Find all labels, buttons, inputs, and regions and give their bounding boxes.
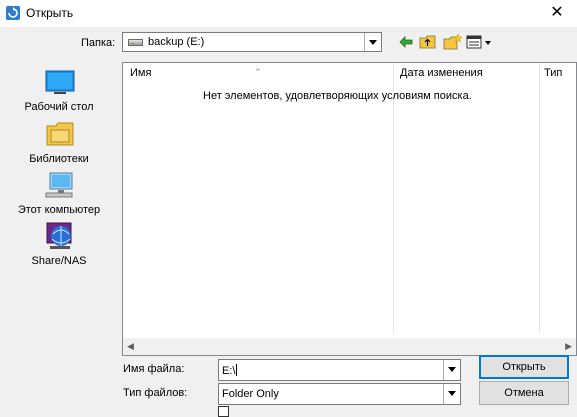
open-button[interactable]: Открыть [479,355,569,379]
chevron-down-icon[interactable] [364,33,381,51]
file-list[interactable]: Имя ⌃ Дата изменения Тип Нет элементов, … [122,62,577,356]
column-label: Имя [130,67,152,79]
libraries-icon [46,122,74,146]
filename-input[interactable]: E:\ [218,359,461,381]
column-header-date[interactable]: Дата изменения [394,63,539,84]
place-label: Этот компьютер [17,204,101,216]
empty-message: Нет элементов, удовлетворяющих условиям … [203,90,472,102]
column-label: Тип [544,67,563,79]
place-label: Библиотеки [29,153,89,165]
column-header-name[interactable]: Имя ⌃ [123,63,393,84]
cancel-button[interactable]: Отмена [479,381,569,405]
chevron-down-icon[interactable] [443,384,460,404]
column-label: Дата изменения [400,67,483,79]
app-icon [6,6,20,20]
filename-label: Имя файла: [123,363,185,375]
new-folder-icon[interactable] [443,33,463,51]
scroll-right-icon[interactable]: ▶ [565,341,572,352]
place-label: Рабочий стол [24,101,94,113]
back-arrow-icon[interactable] [398,33,414,51]
scroll-left-icon[interactable]: ◀ [127,341,134,352]
lookin-value: backup (E:) [148,36,205,48]
title-bar: Открыть ✕ [0,0,577,27]
place-label: Share/NAS [31,255,87,267]
close-icon: ✕ [550,4,564,21]
filetype-value: Folder Only [222,388,279,400]
network-share-icon [46,222,72,249]
text-caret [236,364,238,376]
filename-value: E:\ [222,365,236,377]
lookin-dropdown[interactable]: backup (E:) [122,32,382,52]
sort-up-icon: ⌃ [254,67,262,77]
column-header-type[interactable]: Тип [540,63,577,84]
view-menu-icon[interactable] [466,33,494,51]
column-divider[interactable] [393,63,394,333]
computer-icon [45,172,73,198]
close-button[interactable]: ✕ [537,0,577,27]
desktop-icon [45,70,75,94]
drive-icon [128,39,143,46]
folder-up-icon[interactable] [419,33,437,51]
chevron-down-icon[interactable] [443,360,460,380]
horizontal-scrollbar[interactable]: ◀ ▶ [123,338,576,355]
filetype-label: Тип файлов: [123,387,188,399]
window-title: Открыть [26,6,74,20]
column-divider[interactable] [539,63,540,333]
filetype-dropdown[interactable]: Folder Only [218,383,461,405]
lookin-label: Папка: [81,37,116,49]
